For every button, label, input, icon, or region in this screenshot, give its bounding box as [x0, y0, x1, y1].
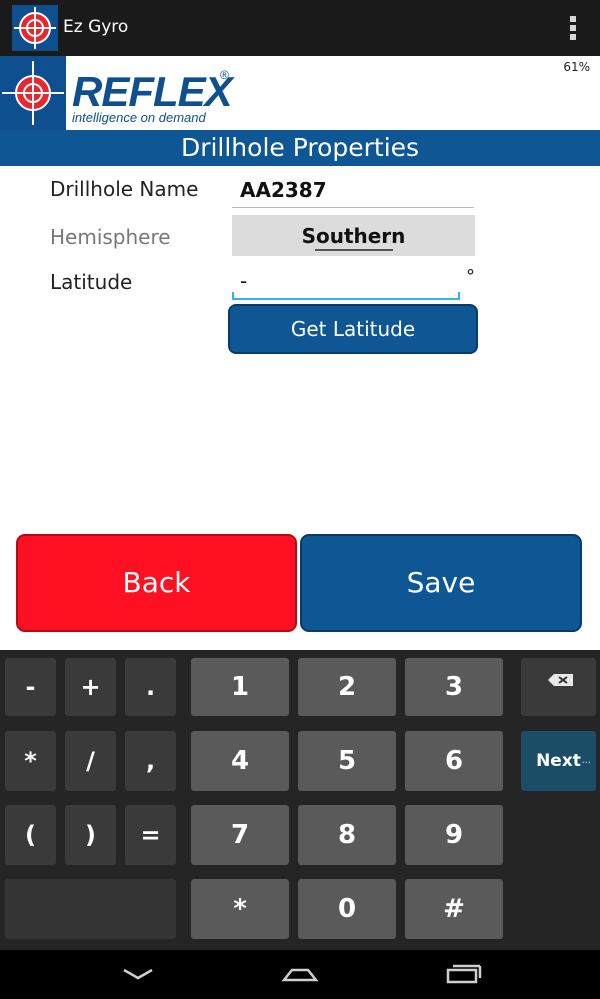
drillhole-name-field[interactable]: AA2387 [232, 174, 474, 208]
key-close-paren[interactable]: ) [65, 805, 116, 865]
hemisphere-label: Hemisphere [50, 225, 171, 249]
latitude-input[interactable]: - [232, 264, 460, 300]
key-5[interactable]: 5 [298, 731, 396, 791]
key-minus[interactable]: - [5, 658, 56, 716]
spinner-underline [315, 249, 393, 251]
back-button[interactable]: Back [16, 534, 297, 632]
key-comma[interactable]: , [125, 731, 176, 791]
app-title: Ez Gyro [63, 17, 129, 37]
key-period[interactable]: . [125, 658, 176, 716]
key-3[interactable]: 3 [405, 658, 503, 716]
reflex-logo-mark [0, 56, 66, 130]
key-1[interactable]: 1 [191, 658, 289, 716]
logo-registered: ® [220, 68, 229, 82]
key-8[interactable]: 8 [298, 805, 396, 865]
page-title: Drillhole Properties [0, 130, 600, 166]
key-open-paren[interactable]: ( [5, 805, 56, 865]
key-2[interactable]: 2 [298, 658, 396, 716]
battery-percentage: 61% [563, 60, 590, 74]
key-0[interactable]: 0 [298, 879, 396, 939]
logo-tagline: intelligence on demand [72, 110, 206, 125]
hemisphere-spinner[interactable]: Southern [232, 215, 475, 256]
key-blank[interactable] [5, 879, 176, 939]
key-plus[interactable]: + [65, 658, 116, 716]
navigation-bar [0, 950, 600, 999]
key-equals[interactable]: = [125, 805, 176, 865]
save-button[interactable]: Save [300, 534, 582, 632]
next-key[interactable]: Next ... [521, 731, 596, 791]
key-asterisk[interactable]: * [5, 731, 56, 791]
get-latitude-button[interactable]: Get Latitude [228, 304, 478, 354]
key-7[interactable]: 7 [191, 805, 289, 865]
overflow-menu-icon[interactable] [568, 16, 578, 42]
degree-unit: ° [466, 266, 475, 287]
hemisphere-value: Southern [301, 224, 406, 248]
action-bar: Ez Gyro [0, 0, 600, 56]
next-key-label: Next [536, 751, 581, 771]
logo-band: REFLEX ® intelligence on demand 61% [0, 56, 600, 130]
home-icon[interactable] [280, 962, 320, 990]
reflex-crosshair-icon [12, 5, 58, 51]
key-4[interactable]: 4 [191, 731, 289, 791]
numeric-keyboard: - + . 1 2 3 * / , 4 5 6 Next ... ( ) = 7… [0, 650, 600, 950]
latitude-value: - [240, 269, 248, 293]
drillhole-name-label: Drillhole Name [50, 177, 199, 201]
logo-wordmark: REFLEX [72, 68, 233, 115]
key-6[interactable]: 6 [405, 731, 503, 791]
key-9[interactable]: 9 [405, 805, 503, 865]
latitude-label: Latitude [50, 270, 133, 294]
key-star[interactable]: * [191, 879, 289, 939]
backspace-icon[interactable] [521, 658, 596, 716]
key-slash[interactable]: / [65, 731, 116, 791]
key-hash[interactable]: # [405, 879, 503, 939]
back-chevron-icon[interactable] [120, 962, 156, 990]
recents-icon[interactable] [444, 962, 484, 990]
next-key-dots: ... [581, 755, 591, 766]
